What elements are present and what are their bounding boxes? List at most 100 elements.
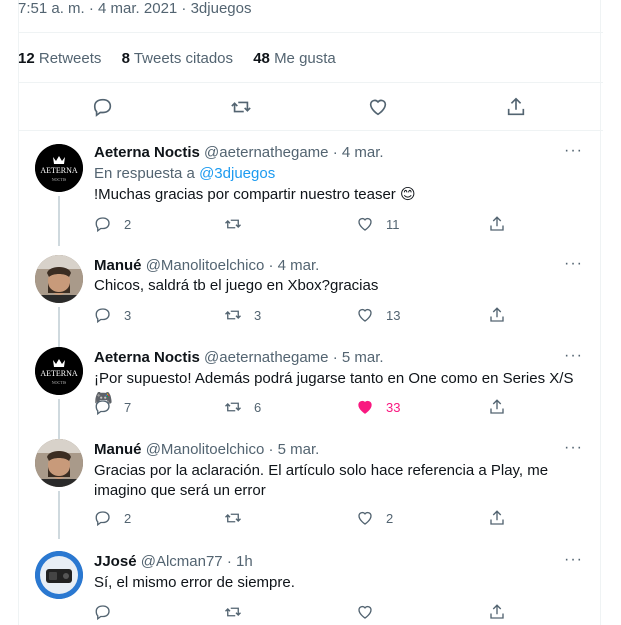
heart-icon: [358, 308, 372, 322]
aeterna-logo: AETERNA NOCTIS: [35, 144, 83, 192]
thread-line: [58, 399, 60, 439]
retweet-icon: [225, 402, 241, 412]
replying-to-link[interactable]: @3djuegos: [199, 165, 275, 182]
reply-header: Manué @Manolitoelchico · 4 mar.: [94, 257, 319, 274]
author-name[interactable]: Manué: [94, 441, 142, 458]
user-photo: [35, 255, 83, 303]
reply-header: Aeterna Noctis @aeternathegame · 4 mar.: [94, 144, 384, 161]
retweet-icon: [231, 101, 251, 113]
retweet-icon: [225, 513, 241, 523]
author-name[interactable]: JJosé: [94, 553, 137, 570]
reply-actions: 2 2: [94, 509, 524, 529]
tweet-meta: 7:51 a. m. · 4 mar. 2021 · 3djuegos: [18, 0, 252, 17]
author-handle-time[interactable]: @Manolitoelchico · 4 mar.: [146, 257, 320, 274]
share-button[interactable]: [488, 509, 506, 527]
reply-actions: 7 6 33: [94, 398, 524, 418]
retweet-icon: [225, 219, 241, 229]
thread-line: [58, 491, 60, 539]
retweet-button[interactable]: 3: [224, 306, 261, 324]
reply-header: Manué @Manolitoelchico · 5 mar.: [94, 441, 319, 458]
retweet-icon: [225, 310, 241, 320]
like-count: 2: [386, 510, 394, 526]
divider: [18, 32, 603, 33]
share-icon: [490, 307, 504, 322]
reply-icon: [95, 308, 110, 324]
reply-text: Sí, el mismo error de siempre.: [94, 574, 295, 591]
more-options-button[interactable]: ···: [564, 142, 583, 160]
author-name[interactable]: Aeterna Noctis: [94, 144, 200, 161]
share-button[interactable]: [488, 306, 506, 324]
reply-text: Chicos, saldrá tb el juego en Xbox?graci…: [94, 277, 379, 294]
reply-button[interactable]: 2: [94, 509, 131, 527]
heart-icon: [358, 217, 372, 231]
share-icon: [490, 604, 504, 619]
more-options-button[interactable]: ···: [564, 255, 583, 273]
share-button[interactable]: [488, 603, 506, 621]
reply-button[interactable]: 3: [94, 306, 131, 324]
retweets-count: 12: [18, 50, 35, 67]
aeterna-logo: AETERNA NOCTIS: [35, 347, 83, 395]
like-button[interactable]: 33: [356, 398, 400, 416]
share-icon: [490, 216, 504, 231]
retweets-label: Retweets: [38, 50, 102, 67]
reply-button[interactable]: 7: [94, 398, 131, 416]
console-avatar: [35, 551, 83, 599]
retweet-button[interactable]: [226, 92, 256, 122]
avatar[interactable]: [35, 255, 83, 303]
like-count: 13: [386, 307, 401, 323]
tweet-stats: 12 Retweets 8 Tweets citados 48 Me gusta: [18, 50, 352, 67]
svg-text:AETERNA: AETERNA: [40, 369, 78, 378]
reply-icon: [93, 98, 112, 117]
divider: [18, 130, 603, 131]
reply-count: 7: [124, 399, 132, 415]
quote-tweets-count: 8: [121, 50, 130, 67]
retweet-button[interactable]: [224, 215, 254, 233]
avatar[interactable]: AETERNA NOCTIS: [35, 144, 83, 192]
replying-to-prefix: En respuesta a: [94, 165, 200, 182]
thread-line: [58, 196, 60, 246]
avatar[interactable]: [35, 439, 83, 487]
more-options-button[interactable]: ···: [564, 551, 583, 569]
author-name[interactable]: Manué: [94, 257, 142, 274]
avatar[interactable]: [35, 551, 83, 599]
like-button[interactable]: 11: [356, 215, 400, 233]
reply-header: JJosé @Alcman77 · 1h: [94, 553, 253, 570]
more-options-button[interactable]: ···: [564, 347, 583, 365]
avatar[interactable]: AETERNA NOCTIS: [35, 347, 83, 395]
like-count: 11: [386, 216, 400, 232]
reply-actions: [94, 603, 524, 623]
reply-icon: [95, 605, 110, 621]
like-button[interactable]: 2: [356, 509, 393, 527]
retweets-stat[interactable]: 12 Retweets: [18, 50, 101, 67]
share-button[interactable]: [488, 215, 506, 233]
quote-tweets-stat[interactable]: 8 Tweets citados: [122, 50, 233, 67]
like-button[interactable]: [356, 603, 374, 621]
author-handle-time[interactable]: @aeternathegame · 5 mar.: [204, 349, 384, 366]
like-button[interactable]: [363, 92, 393, 122]
heart-icon: [369, 99, 387, 116]
author-handle-time[interactable]: @Alcman77 · 1h: [141, 553, 253, 570]
reply-button[interactable]: [88, 92, 118, 122]
svg-text:NOCTIS: NOCTIS: [52, 177, 66, 182]
share-button[interactable]: [488, 398, 506, 416]
like-count: 33: [386, 399, 401, 415]
retweet-button[interactable]: [224, 603, 242, 621]
svg-text:NOCTIS: NOCTIS: [52, 380, 66, 385]
retweet-count: 6: [254, 399, 262, 415]
reply-button[interactable]: [94, 603, 112, 621]
share-button[interactable]: [501, 92, 531, 122]
reply-count: 3: [124, 307, 132, 323]
reply-header: Aeterna Noctis @aeternathegame · 5 mar.: [94, 349, 384, 366]
more-options-button[interactable]: ···: [564, 439, 583, 457]
likes-stat[interactable]: 48 Me gusta: [253, 50, 336, 67]
retweet-button[interactable]: [224, 509, 254, 527]
like-button[interactable]: 13: [356, 306, 400, 324]
divider: [18, 82, 603, 83]
retweet-button[interactable]: 6: [224, 398, 261, 416]
author-handle-time[interactable]: @Manolitoelchico · 5 mar.: [146, 441, 320, 458]
reply-button[interactable]: 2: [94, 215, 131, 233]
replying-to: En respuesta a @3djuegos: [94, 165, 275, 182]
author-name[interactable]: Aeterna Noctis: [94, 349, 200, 366]
author-handle-time[interactable]: @aeternathegame · 4 mar.: [204, 144, 384, 161]
retweet-count: 3: [254, 307, 262, 323]
